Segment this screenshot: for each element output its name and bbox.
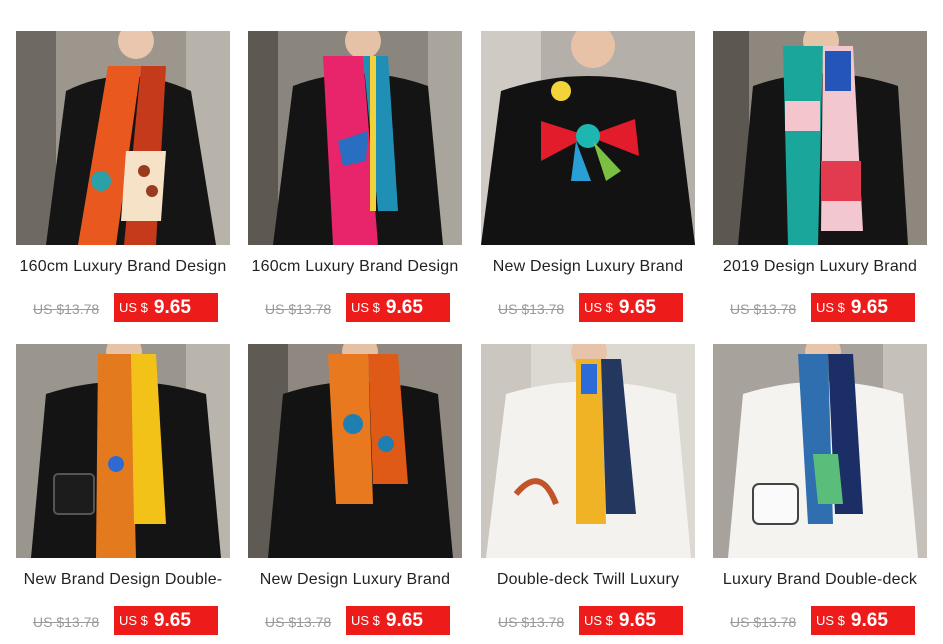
sale-price-tag: US $ 9.65 <box>811 293 915 322</box>
product-title[interactable]: New Design Luxury Brand <box>248 571 462 589</box>
currency-label: US $ <box>584 300 613 315</box>
currency-label: US $ <box>816 300 845 315</box>
currency-label: US $ <box>816 613 845 628</box>
product-image[interactable] <box>713 344 927 558</box>
product-image[interactable] <box>16 344 230 558</box>
product-image[interactable] <box>713 31 927 245</box>
original-price: US $13.78 <box>33 614 100 630</box>
product-card[interactable]: 160cm Luxury Brand Design US $13.78 US $… <box>16 31 232 331</box>
product-card[interactable]: New Brand Design Double- US $13.78 US $ … <box>16 344 232 644</box>
original-price: US $13.78 <box>33 301 100 317</box>
currency-label: US $ <box>351 300 380 315</box>
sale-price-tag: US $ 9.65 <box>346 293 450 322</box>
product-title[interactable]: New Design Luxury Brand <box>481 258 695 276</box>
currency-label: US $ <box>119 300 148 315</box>
sale-price-tag: US $ 9.65 <box>114 606 218 635</box>
currency-label: US $ <box>119 613 148 628</box>
original-price: US $13.78 <box>730 614 797 630</box>
currency-label: US $ <box>351 613 380 628</box>
product-image[interactable] <box>481 344 695 558</box>
sale-price-tag: US $ 9.65 <box>579 606 683 635</box>
product-grid: 160cm Luxury Brand Design US $13.78 US $… <box>0 0 943 639</box>
currency-label: US $ <box>584 613 613 628</box>
original-price: US $13.78 <box>498 614 565 630</box>
sale-price-tag: US $ 9.65 <box>579 293 683 322</box>
product-title[interactable]: 160cm Luxury Brand Design <box>16 258 230 276</box>
sale-price: 9.65 <box>618 609 656 631</box>
product-title[interactable]: Luxury Brand Double-deck <box>713 571 927 589</box>
sale-price-tag: US $ 9.65 <box>346 606 450 635</box>
product-title[interactable]: Double-deck Twill Luxury <box>481 571 695 589</box>
product-image[interactable] <box>248 344 462 558</box>
sale-price: 9.65 <box>850 609 888 631</box>
sale-price: 9.65 <box>850 296 888 318</box>
product-image[interactable] <box>16 31 230 245</box>
product-card[interactable]: New Design Luxury Brand US $13.78 US $ 9… <box>248 344 464 644</box>
product-title[interactable]: 160cm Luxury Brand Design <box>248 258 462 276</box>
product-title[interactable]: 2019 Design Luxury Brand <box>713 258 927 276</box>
product-card[interactable]: Double-deck Twill Luxury US $13.78 US $ … <box>481 344 697 644</box>
product-card[interactable]: 2019 Design Luxury Brand US $13.78 US $ … <box>713 31 929 331</box>
product-image[interactable] <box>248 31 462 245</box>
original-price: US $13.78 <box>265 301 332 317</box>
sale-price: 9.65 <box>385 609 423 631</box>
product-card[interactable]: New Design Luxury Brand US $13.78 US $ 9… <box>481 31 697 331</box>
sale-price: 9.65 <box>385 296 423 318</box>
sale-price-tag: US $ 9.65 <box>811 606 915 635</box>
original-price: US $13.78 <box>498 301 565 317</box>
sale-price: 9.65 <box>618 296 656 318</box>
sale-price-tag: US $ 9.65 <box>114 293 218 322</box>
product-title[interactable]: New Brand Design Double- <box>16 571 230 589</box>
original-price: US $13.78 <box>730 301 797 317</box>
original-price: US $13.78 <box>265 614 332 630</box>
product-card[interactable]: 160cm Luxury Brand Design US $13.78 US $… <box>248 31 464 331</box>
sale-price: 9.65 <box>153 296 191 318</box>
product-image[interactable] <box>481 31 695 245</box>
product-card[interactable]: Luxury Brand Double-deck US $13.78 US $ … <box>713 344 929 644</box>
sale-price: 9.65 <box>153 609 191 631</box>
